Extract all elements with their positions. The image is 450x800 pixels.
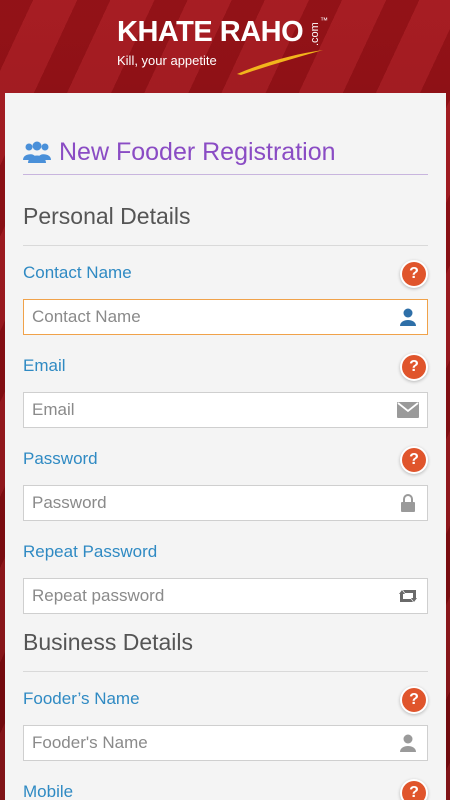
brand-tagline: Kill, your appetite [117,53,217,68]
contact-name-field[interactable] [23,299,428,335]
section-business-details: Business Details [23,629,194,655]
form-title: New Fooder Registration [23,135,428,169]
section-divider [23,245,428,246]
password-label: Password [23,449,98,468]
mobile-help-button[interactable]: ? [402,781,426,800]
repeat-password-field[interactable] [23,578,428,614]
email-field[interactable] [23,392,428,428]
contact-name-input[interactable] [32,307,397,327]
repeat-password-input[interactable] [32,586,397,606]
brand-logo[interactable]: KHATE RAHO ™ Kill, your appetite .com [117,16,337,80]
password-field[interactable] [23,485,428,521]
section-personal-details: Personal Details [23,203,191,229]
fooder-name-field[interactable] [23,725,428,761]
registration-card: New Fooder Registration Personal Details… [5,93,446,800]
mobile-label: Mobile [23,782,74,800]
email-input[interactable] [32,400,397,420]
password-help-button[interactable]: ? [402,448,426,472]
envelope-icon [397,400,419,420]
email-label: Email [23,356,66,375]
contact-name-label: Contact Name [23,263,132,282]
page-title: New Fooder Registration [59,137,336,166]
email-help-button[interactable]: ? [402,355,426,379]
retweet-icon [397,586,419,606]
fooder-name-input[interactable] [32,733,397,753]
users-icon [23,141,51,163]
lock-icon [397,493,419,513]
user-icon [397,733,419,753]
swoosh-icon [237,50,323,75]
contact-name-help-button[interactable]: ? [402,262,426,286]
brand-com: .com [309,22,321,46]
header: KHATE RAHO ™ Kill, your appetite .com [0,0,450,93]
brand-name: KHATE RAHO [117,16,304,48]
brand-tm: ™ [320,16,328,25]
fooder-name-label: Fooder’s Name [23,689,140,708]
section-divider [23,671,428,672]
user-icon [397,307,419,327]
title-divider [23,174,428,175]
password-input[interactable] [32,493,397,513]
fooder-name-help-button[interactable]: ? [402,688,426,712]
repeat-password-label: Repeat Password [23,542,158,561]
